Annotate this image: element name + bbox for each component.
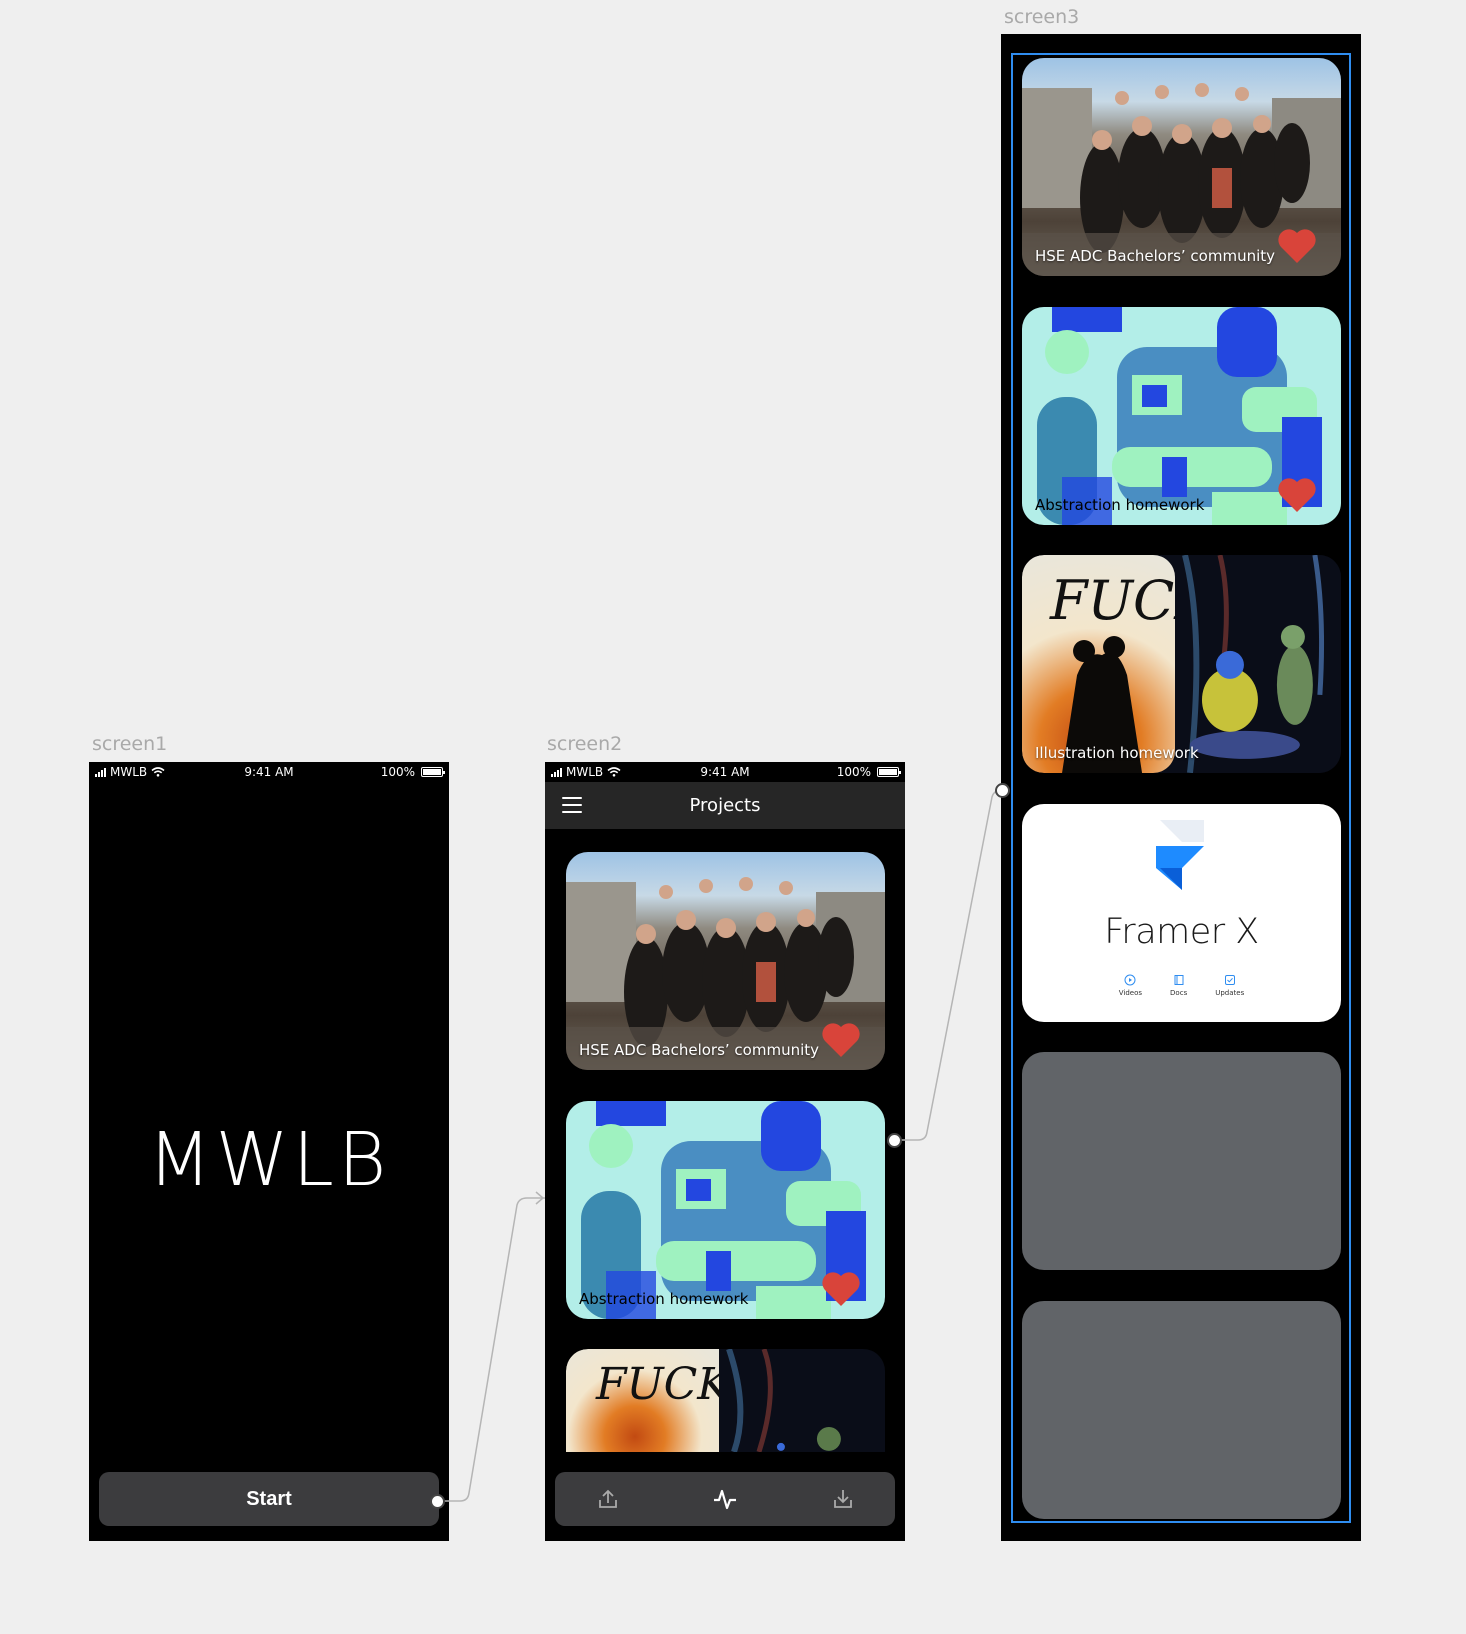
card-caption: HSE ADC Bachelors’ community xyxy=(1035,247,1276,265)
frame-label-screen1[interactable]: screen1 xyxy=(92,733,167,755)
framer-title: Framer X xyxy=(1104,912,1259,952)
book-icon xyxy=(1174,975,1184,985)
play-icon xyxy=(1124,974,1136,986)
battery-percent: 100% xyxy=(836,765,871,779)
updates-link-label: Updates xyxy=(1215,989,1245,997)
battery-icon xyxy=(421,767,445,777)
heart-icon[interactable] xyxy=(821,1022,861,1058)
illustration-artwork-right xyxy=(1175,555,1341,773)
heart-icon[interactable] xyxy=(1277,228,1317,264)
start-button[interactable]: Start xyxy=(99,1472,439,1526)
screen2-frame[interactable]: MWLB 9:41 AM 100% Projects HSE ADC Bache… xyxy=(545,762,905,1541)
battery-icon xyxy=(877,767,901,777)
connector-handle[interactable] xyxy=(887,1133,902,1148)
project-card-abstraction[interactable]: Abstraction homework xyxy=(566,1101,885,1319)
illustration-artwork-left: FUCK xyxy=(566,1349,720,1452)
card-caption: Illustration homework xyxy=(1035,744,1199,762)
activity-icon[interactable] xyxy=(712,1486,738,1512)
framer-links: Videos Docs Updates xyxy=(1022,974,1341,997)
nav-bar: Projects xyxy=(545,782,905,829)
status-bar: MWLB 9:41 AM 100% xyxy=(89,762,449,782)
heart-icon[interactable] xyxy=(821,1271,861,1307)
tab-bar xyxy=(555,1472,895,1526)
frame-label-screen2[interactable]: screen2 xyxy=(547,733,622,755)
illustration-artwork-right xyxy=(719,1349,885,1452)
placeholder-card[interactable] xyxy=(1022,1301,1341,1519)
nav-title: Projects xyxy=(689,795,761,816)
project-card-illustration[interactable]: FUCK xyxy=(566,1349,885,1452)
card-caption: Abstraction homework xyxy=(579,1290,749,1308)
placeholder-card[interactable] xyxy=(1022,1052,1341,1270)
docs-link[interactable]: Docs xyxy=(1170,974,1187,997)
framer-logo-icon xyxy=(1156,820,1204,890)
updates-link[interactable]: Updates xyxy=(1215,974,1244,997)
illustration-lettering: FUCK xyxy=(596,1359,720,1410)
card-caption: HSE ADC Bachelors’ community xyxy=(579,1041,820,1059)
frame-label-screen3[interactable]: screen3 xyxy=(1004,6,1079,28)
screen3-frame[interactable]: HSE ADC Bachelors’ community Abstraction… xyxy=(1001,34,1361,1541)
download-icon[interactable] xyxy=(830,1486,856,1512)
project-card-community[interactable]: HSE ADC Bachelors’ community xyxy=(566,852,885,1070)
design-canvas: screen1 screen2 screen3 MWLB 9:41 AM 100… xyxy=(0,0,1466,1634)
project-card-abstraction[interactable]: Abstraction homework xyxy=(1022,307,1341,525)
checkbox-icon xyxy=(1224,975,1235,985)
docs-link-label: Docs xyxy=(1170,989,1188,997)
videos-link-label: Videos xyxy=(1118,989,1143,997)
connector-handle[interactable] xyxy=(995,783,1010,798)
project-card-illustration[interactable]: FUCK Illustration homework xyxy=(1022,555,1341,773)
illustration-artwork-left: FUCK xyxy=(1022,555,1176,773)
app-logo: MWLB xyxy=(147,1117,391,1203)
videos-link[interactable]: Videos xyxy=(1119,974,1142,997)
status-bar: MWLB 9:41 AM 100% xyxy=(545,762,905,782)
screen1-frame[interactable]: MWLB 9:41 AM 100% MWLB Start xyxy=(89,762,449,1541)
connector-handle[interactable] xyxy=(430,1494,445,1509)
upload-icon[interactable] xyxy=(595,1486,621,1512)
card-caption: Abstraction homework xyxy=(1035,496,1205,514)
heart-icon[interactable] xyxy=(1277,477,1317,513)
project-card-community[interactable]: HSE ADC Bachelors’ community xyxy=(1022,58,1341,276)
battery-percent: 100% xyxy=(380,765,415,779)
framer-x-card[interactable]: Framer X Videos Docs Updates xyxy=(1022,804,1341,1022)
